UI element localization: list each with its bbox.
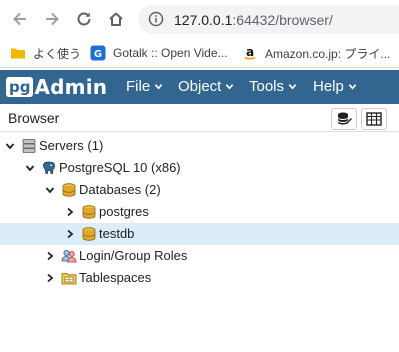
chevron-right-icon[interactable]	[65, 207, 75, 217]
bookmark-label: Amazon.co.jp: プライ...	[265, 46, 391, 61]
bookmarks-bar: よく使う G Gotalk :: Open Vide... a Amazon.c…	[0, 38, 399, 68]
forward-button[interactable]	[40, 7, 64, 31]
tree-node-db-testdb[interactable]: testdb	[0, 223, 399, 245]
tablespaces-icon	[61, 273, 77, 285]
address-bar[interactable]: 127.0.0.1:64432/browser/	[138, 5, 399, 34]
chevron-down-icon[interactable]	[25, 163, 35, 173]
chevron-down-icon[interactable]	[45, 185, 55, 195]
url-text: 127.0.0.1:64432/browser/	[174, 12, 333, 28]
logo-admin: Admin	[34, 75, 108, 99]
query-tool-button[interactable]	[331, 108, 357, 130]
query-tool-icon	[337, 112, 352, 125]
tree-label: Databases (2)	[79, 182, 161, 197]
view-data-button[interactable]	[361, 108, 387, 130]
tree-label: Servers (1)	[39, 138, 104, 153]
roles-icon	[61, 250, 77, 263]
svg-text:a: a	[246, 45, 254, 59]
gotalk-favicon: G	[90, 45, 106, 61]
servers-icon	[22, 139, 36, 153]
menu-label: File	[126, 78, 151, 95]
bookmark-label: Gotalk :: Open Vide...	[113, 46, 228, 60]
chevron-right-icon[interactable]	[65, 229, 75, 239]
postgres-elephant-icon	[43, 161, 56, 174]
menu-object[interactable]: Object	[178, 78, 234, 95]
tree-label: PostgreSQL 10 (x86)	[59, 160, 181, 175]
chevron-right-icon[interactable]	[45, 273, 55, 283]
tree-label: testdb	[99, 226, 135, 241]
databases-icon	[62, 183, 76, 197]
tree-node-server[interactable]: PostgreSQL 10 (x86)	[0, 157, 399, 179]
url-host: 127.0.0.1	[174, 12, 233, 28]
tree-node-tablespaces[interactable]: Tablespaces	[0, 267, 399, 289]
url-path: :64432/browser/	[232, 12, 333, 28]
menu-label: Object	[178, 78, 222, 95]
tree-node-servers[interactable]: Servers (1)	[0, 135, 399, 157]
bookmark-amazon[interactable]: a Amazon.co.jp: プライ...	[242, 44, 390, 62]
back-button[interactable]	[8, 7, 32, 31]
menu-tools[interactable]: Tools	[249, 78, 297, 95]
tree-node-databases[interactable]: Databases (2)	[0, 179, 399, 201]
panel-title: Browser	[8, 110, 60, 126]
database-icon	[82, 205, 96, 219]
chevron-right-icon[interactable]	[45, 251, 55, 261]
browser-toolbar: 127.0.0.1:64432/browser/	[0, 0, 399, 38]
back-arrow-icon	[13, 12, 26, 26]
pgadmin-logo[interactable]: pg Admin	[6, 75, 107, 99]
home-icon	[109, 12, 123, 26]
tree-node-login-roles[interactable]: Login/Group Roles	[0, 245, 399, 267]
tree-label: Login/Group Roles	[79, 248, 188, 263]
logo-pg: pg	[6, 77, 34, 97]
database-icon	[82, 227, 96, 241]
reload-button[interactable]	[72, 7, 96, 31]
tree-label: postgres	[99, 204, 149, 219]
amazon-favicon: a	[244, 45, 256, 60]
reload-icon	[77, 12, 91, 26]
view-data-icon	[366, 112, 382, 126]
tree-label: Tablespaces	[79, 270, 152, 285]
forward-arrow-icon	[46, 12, 59, 26]
browser-panel-header: Browser	[0, 104, 399, 132]
caret-down-icon	[154, 84, 163, 90]
menu-help[interactable]: Help	[313, 78, 357, 95]
menu-label: Help	[313, 78, 344, 95]
app-navbar: pg Admin File Object Tools Help	[0, 70, 399, 104]
bookmark-folder[interactable]: よく使う	[10, 44, 81, 62]
caret-down-icon	[348, 84, 357, 90]
caret-down-icon	[226, 84, 234, 90]
menu-label: Tools	[249, 78, 285, 95]
tree-node-db-postgres[interactable]: postgres	[0, 201, 399, 223]
home-button[interactable]	[104, 7, 128, 31]
bookmark-gotalk[interactable]: G Gotalk :: Open Vide...	[90, 44, 228, 62]
caret-down-icon	[288, 84, 297, 90]
info-icon[interactable]	[148, 11, 164, 27]
folder-icon	[11, 48, 25, 59]
bookmark-label: よく使う	[33, 46, 82, 61]
svg-text:G: G	[94, 49, 102, 60]
chevron-down-icon[interactable]	[5, 141, 15, 151]
menu-file[interactable]: File	[126, 78, 163, 95]
